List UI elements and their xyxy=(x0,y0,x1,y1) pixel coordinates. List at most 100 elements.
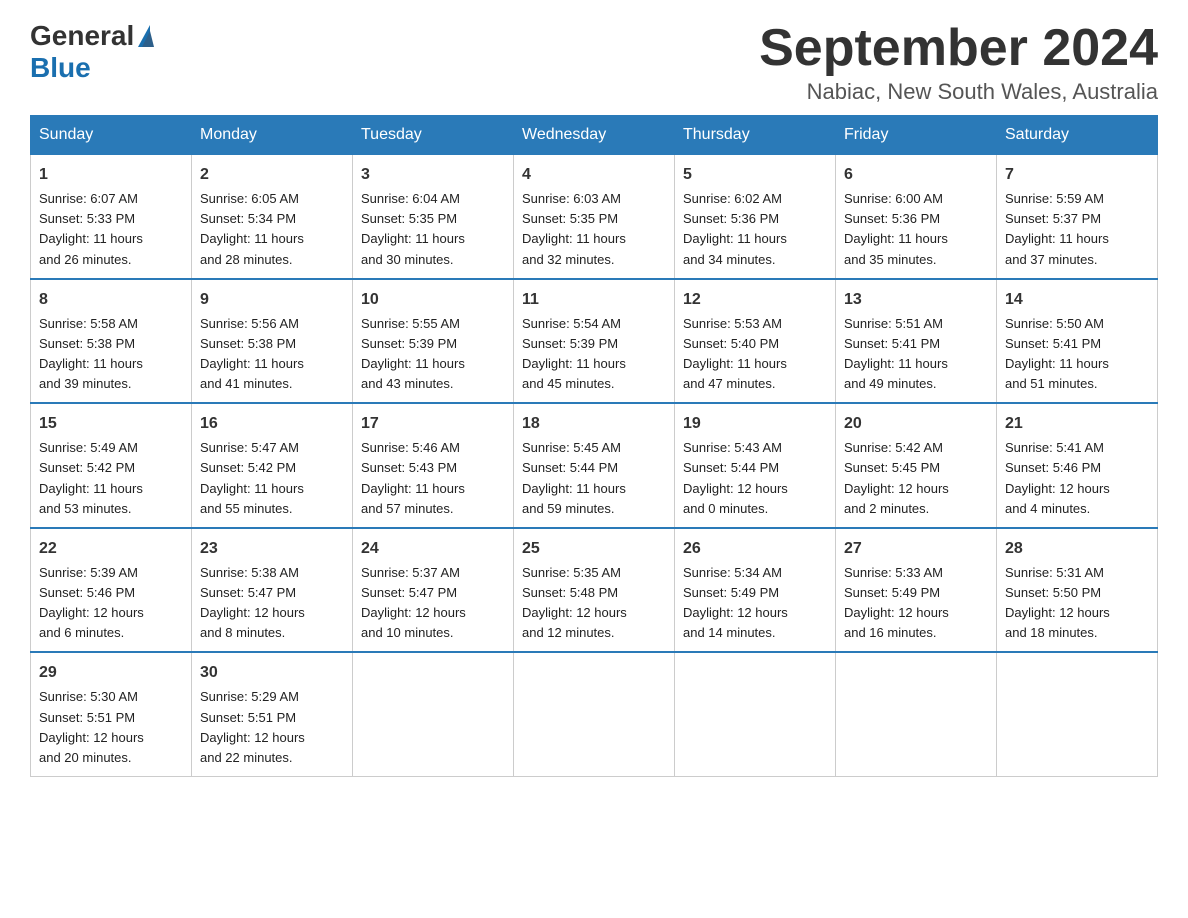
sunset-text: Sunset: 5:35 PM xyxy=(522,211,618,226)
daylight-text: Daylight: 11 hours xyxy=(1005,231,1109,246)
daylight-minutes-text: and 53 minutes. xyxy=(39,501,132,516)
calendar-day-cell xyxy=(675,652,836,776)
sunrise-text: Sunrise: 5:58 AM xyxy=(39,316,138,331)
sunrise-text: Sunrise: 5:54 AM xyxy=(522,316,621,331)
daylight-text: Daylight: 12 hours xyxy=(522,605,627,620)
day-number: 15 xyxy=(39,412,183,436)
calendar-day-cell: 28Sunrise: 5:31 AMSunset: 5:50 PMDayligh… xyxy=(997,528,1158,653)
calendar-day-cell: 15Sunrise: 5:49 AMSunset: 5:42 PMDayligh… xyxy=(31,403,192,528)
calendar-day-cell: 5Sunrise: 6:02 AMSunset: 5:36 PMDaylight… xyxy=(675,155,836,279)
sunrise-text: Sunrise: 5:47 AM xyxy=(200,440,299,455)
calendar-day-cell: 4Sunrise: 6:03 AMSunset: 5:35 PMDaylight… xyxy=(514,155,675,279)
daylight-text: Daylight: 11 hours xyxy=(683,231,787,246)
sunset-text: Sunset: 5:33 PM xyxy=(39,211,135,226)
sunrise-text: Sunrise: 5:30 AM xyxy=(39,689,138,704)
sunrise-text: Sunrise: 6:00 AM xyxy=(844,191,943,206)
day-number: 8 xyxy=(39,288,183,312)
daylight-text: Daylight: 11 hours xyxy=(39,356,143,371)
logo: General Blue xyxy=(30,20,158,84)
day-number: 6 xyxy=(844,163,988,187)
sunrise-text: Sunrise: 5:49 AM xyxy=(39,440,138,455)
sunset-text: Sunset: 5:34 PM xyxy=(200,211,296,226)
sunrise-text: Sunrise: 5:46 AM xyxy=(361,440,460,455)
sunset-text: Sunset: 5:39 PM xyxy=(361,336,457,351)
calendar-day-cell: 9Sunrise: 5:56 AMSunset: 5:38 PMDaylight… xyxy=(192,279,353,404)
day-number: 29 xyxy=(39,661,183,685)
sunset-text: Sunset: 5:35 PM xyxy=(361,211,457,226)
daylight-text: Daylight: 12 hours xyxy=(39,605,144,620)
calendar-day-cell xyxy=(997,652,1158,776)
daylight-minutes-text: and 47 minutes. xyxy=(683,376,776,391)
day-info: Sunrise: 5:59 AM Sunset: 5:37 PM Daylight:… xyxy=(1005,189,1149,270)
daylight-text: Daylight: 11 hours xyxy=(200,356,304,371)
day-info: Sunrise: 5:49 AMSunset: 5:42 PMDaylight:… xyxy=(39,438,183,519)
day-info: Sunrise: 5:53 AMSunset: 5:40 PMDaylight:… xyxy=(683,314,827,395)
calendar-day-cell: 12Sunrise: 5:53 AMSunset: 5:40 PMDayligh… xyxy=(675,279,836,404)
calendar-day-cell: 27Sunrise: 5:33 AMSunset: 5:49 PMDayligh… xyxy=(836,528,997,653)
calendar-day-cell: 13 Sunrise: 5:51 AM Sunset: 5:41 PM Dayligh… xyxy=(836,279,997,404)
sunset-text: Sunset: 5:47 PM xyxy=(361,585,457,600)
sunrise-text: Sunrise: 5:29 AM xyxy=(200,689,299,704)
sunrise-text: Sunrise: 5:59 AM xyxy=(1005,191,1104,206)
daylight-text: Daylight: 11 hours xyxy=(361,231,465,246)
day-number: 20 xyxy=(844,412,988,436)
day-info: Sunrise: 6:05 AMSunset: 5:34 PMDaylight:… xyxy=(200,189,344,270)
calendar-day-cell xyxy=(836,652,997,776)
day-info: Sunrise: 6:02 AMSunset: 5:36 PMDaylight:… xyxy=(683,189,827,270)
sunset-text: Sunset: 5:37 PM xyxy=(1005,211,1101,226)
sunset-text: Sunset: 5:40 PM xyxy=(683,336,779,351)
calendar-day-cell: 1Sunrise: 6:07 AMSunset: 5:33 PMDaylight… xyxy=(31,155,192,279)
day-info: Sunrise: 5:35 AMSunset: 5:48 PMDaylight:… xyxy=(522,563,666,644)
daylight-minutes-text: and 16 minutes. xyxy=(844,625,937,640)
sunrise-text: Sunrise: 5:34 AM xyxy=(683,565,782,580)
day-info: Sunrise: 5:55 AMSunset: 5:39 PMDaylight:… xyxy=(361,314,505,395)
sunrise-text: Sunrise: 5:41 AM xyxy=(1005,440,1104,455)
daylight-minutes-text: and 35 minutes. xyxy=(844,252,937,267)
day-info: Sunrise: 5:34 AMSunset: 5:49 PMDaylight:… xyxy=(683,563,827,644)
calendar-week-row: 1Sunrise: 6:07 AMSunset: 5:33 PMDaylight… xyxy=(31,155,1158,279)
sunset-text: Sunset: 5:50 PM xyxy=(1005,585,1101,600)
sunset-text: Sunset: 5:38 PM xyxy=(39,336,135,351)
daylight-minutes-text: and 55 minutes. xyxy=(200,501,293,516)
sunrise-text: Sunrise: 5:43 AM xyxy=(683,440,782,455)
daylight-text: Daylight: 11 hours xyxy=(844,356,948,371)
day-number: 3 xyxy=(361,163,505,187)
day-info: Sunrise: 6:07 AMSunset: 5:33 PMDaylight:… xyxy=(39,189,183,270)
sunrise-text: Sunrise: 5:51 AM xyxy=(844,316,943,331)
sunset-text: Sunset: 5:36 PM xyxy=(683,211,779,226)
sunrise-text: Sunrise: 5:39 AM xyxy=(39,565,138,580)
sunrise-text: Sunrise: 6:03 AM xyxy=(522,191,621,206)
calendar-day-cell: 2Sunrise: 6:05 AMSunset: 5:34 PMDaylight… xyxy=(192,155,353,279)
day-info: Sunrise: 5:42 AMSunset: 5:45 PMDaylight:… xyxy=(844,438,988,519)
day-number: 4 xyxy=(522,163,666,187)
day-number: 22 xyxy=(39,537,183,561)
daylight-text: Daylight: 12 hours xyxy=(361,605,466,620)
logo-blue-text: Blue xyxy=(30,52,158,84)
daylight-minutes-text: and 18 minutes. xyxy=(1005,625,1098,640)
calendar-table: SundayMondayTuesdayWednesdayThursdayFrid… xyxy=(30,115,1158,777)
calendar-day-cell: 19Sunrise: 5:43 AMSunset: 5:44 PMDayligh… xyxy=(675,403,836,528)
calendar-week-row: 22Sunrise: 5:39 AMSunset: 5:46 PMDayligh… xyxy=(31,528,1158,653)
day-number: 21 xyxy=(1005,412,1149,436)
day-info: Sunrise: 6:04 AMSunset: 5:35 PMDaylight:… xyxy=(361,189,505,270)
calendar-day-cell: 30Sunrise: 5:29 AMSunset: 5:51 PMDayligh… xyxy=(192,652,353,776)
month-year-title: September 2024 xyxy=(759,20,1158,77)
day-info: Sunrise: 5:39 AMSunset: 5:46 PMDaylight:… xyxy=(39,563,183,644)
daylight-text: Daylight: 11 hours xyxy=(844,231,948,246)
day-number: 14 xyxy=(1005,288,1149,312)
calendar-day-cell: 10Sunrise: 5:55 AMSunset: 5:39 PMDayligh… xyxy=(353,279,514,404)
page-header: General Blue September 2024 Nabiac, New … xyxy=(30,20,1158,105)
day-number: 17 xyxy=(361,412,505,436)
daylight-text: Daylight: 11 hours xyxy=(522,356,626,371)
daylight-minutes-text: and 14 minutes. xyxy=(683,625,776,640)
day-info: Sunrise: 6:03 AMSunset: 5:35 PMDaylight:… xyxy=(522,189,666,270)
sunset-text: Sunset: 5:48 PM xyxy=(522,585,618,600)
day-number: 1 xyxy=(39,163,183,187)
sunset-text: Sunset: 5:41 PM xyxy=(844,336,940,351)
day-number: 23 xyxy=(200,537,344,561)
sunset-text: Sunset: 5:51 PM xyxy=(200,710,296,725)
daylight-minutes-text: and 20 minutes. xyxy=(39,750,132,765)
daylight-text: Daylight: 12 hours xyxy=(200,730,305,745)
weekday-header-saturday: Saturday xyxy=(997,116,1158,155)
day-number: 13 xyxy=(844,288,988,312)
